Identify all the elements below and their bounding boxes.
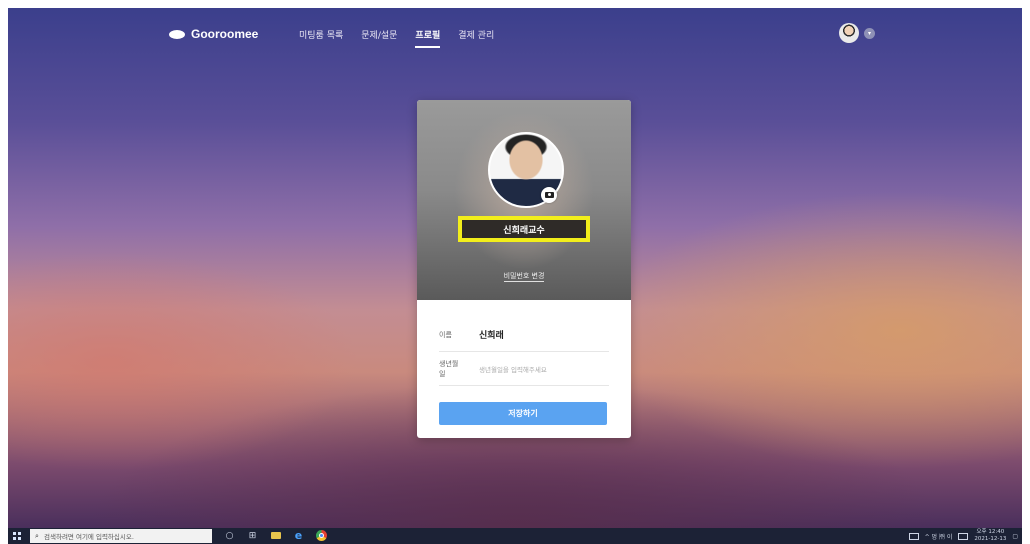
logo-text: Gooroomee — [191, 27, 259, 41]
birthday-input[interactable]: 생년월일을 입력해주세요 — [479, 364, 547, 374]
change-photo-button[interactable] — [541, 187, 557, 203]
chrome-browser-icon[interactable] — [316, 530, 327, 541]
profile-header: 신희래교수 비밀번호 변경 — [417, 100, 631, 300]
clock-date: 2021-12-13 — [974, 536, 1007, 542]
keyboard-icon[interactable] — [908, 532, 919, 540]
system-tray: ^ 멍 ㈜ 이 오후 12:40 2021-12-13 ▢ — [908, 529, 1018, 543]
search-icon: ⌕ — [35, 531, 39, 540]
camera-icon — [544, 192, 554, 198]
name-field[interactable]: 신희래 — [479, 328, 504, 341]
taskbar-search-input[interactable]: ⌕ 검색하려면 여기에 입력하십시오. — [30, 529, 212, 543]
logo[interactable]: Gooroomee — [169, 27, 258, 41]
ime-icon[interactable] — [958, 532, 969, 540]
menu-item-quiz-survey[interactable]: 문제/설문 — [361, 28, 397, 48]
cloud-logo-icon — [169, 29, 185, 39]
main-menu: 미팅룸 목록 문제/설문 프로필 결제 관리 — [299, 28, 494, 48]
birthday-label: 생년월일 — [439, 359, 459, 378]
chevron-down-icon[interactable]: ▾ — [864, 28, 875, 39]
notification-icon[interactable]: ▢ — [1012, 533, 1018, 540]
edge-browser-icon[interactable]: e — [293, 529, 304, 542]
tray-icons[interactable]: ^ 멍 ㈜ 이 — [925, 532, 953, 541]
windows-taskbar: ⌕ 검색하려면 여기에 입력하십시오. ○ ⊞ e ^ 멍 ㈜ 이 오후 12:… — [8, 528, 1022, 544]
nickname-field[interactable]: 신희래교수 — [458, 216, 590, 242]
taskbar-apps: ○ ⊞ e — [224, 529, 327, 542]
change-password-link[interactable]: 비밀번호 변경 — [417, 271, 631, 282]
profile-form: 이름 신희래 생년월일 생년월일을 입력해주세요 저장하기 — [439, 318, 609, 425]
menu-item-meeting-rooms[interactable]: 미팅룸 목록 — [299, 28, 343, 48]
taskbar-search-placeholder: 검색하려면 여기에 입력하십시오. — [44, 533, 134, 541]
name-label: 이름 — [439, 330, 452, 339]
task-view-icon[interactable]: ⊞ — [247, 530, 258, 541]
profile-card: 신희래교수 비밀번호 변경 이름 신희래 생년월일 생년월일을 입력해주세요 저… — [417, 100, 631, 438]
clock-time: 오후 12:40 — [976, 529, 1005, 535]
name-row: 이름 신희래 — [439, 318, 609, 352]
birthday-row: 생년월일 생년월일을 입력해주세요 — [439, 352, 609, 386]
change-password-label: 비밀번호 변경 — [503, 272, 545, 282]
clock[interactable]: 오후 12:40 2021-12-13 — [974, 529, 1006, 543]
menu-item-profile[interactable]: 프로필 — [415, 28, 441, 48]
browser-page: Gooroomee 미팅룸 목록 문제/설문 프로필 결제 관리 ▾ 신희래교수… — [8, 8, 1022, 528]
file-explorer-icon[interactable] — [270, 530, 281, 541]
menu-item-billing[interactable]: 결제 관리 — [458, 28, 494, 48]
top-navigation: Gooroomee 미팅룸 목록 문제/설문 프로필 결제 관리 ▾ — [8, 22, 1022, 48]
user-avatar[interactable] — [839, 23, 859, 43]
save-button[interactable]: 저장하기 — [439, 402, 607, 425]
windows-start-icon[interactable] — [13, 532, 21, 540]
cortana-icon[interactable]: ○ — [224, 530, 235, 541]
